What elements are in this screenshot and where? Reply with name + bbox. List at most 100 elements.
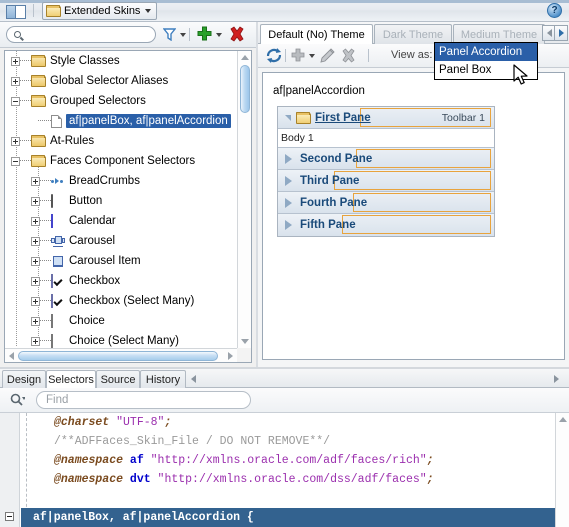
tab-label: Selectors: [48, 373, 94, 386]
accordion-title: Fourth Pane: [300, 196, 368, 209]
selector-search-toolbar: [0, 22, 256, 48]
filter-dropdown-caret-icon[interactable]: [180, 33, 186, 37]
theme-preview-pane: Default (No) Theme Dark Theme Medium The…: [258, 22, 569, 367]
code-fold-collapse-icon[interactable]: [5, 512, 14, 521]
expander-plus-icon[interactable]: [31, 336, 40, 346]
scroll-right-arrow-icon[interactable]: [228, 352, 233, 360]
expander-minus-icon[interactable]: [11, 156, 20, 166]
expander-plus-icon[interactable]: [31, 176, 40, 186]
extended-skins-label: Extended Skins: [64, 5, 141, 17]
accordion-toolbar-slot[interactable]: [356, 149, 491, 168]
tree-item-at-rules[interactable]: At-Rules: [5, 131, 237, 151]
expander-plus-icon[interactable]: [31, 256, 40, 266]
expander-plus-icon[interactable]: [31, 316, 40, 326]
disclosure-closed-icon[interactable]: [285, 197, 292, 208]
tree-item-checkbox-select-many[interactable]: Checkbox (Select Many): [5, 291, 237, 311]
dropdown-option-label: Panel Box: [439, 64, 492, 76]
tree-item-global-selector-aliases[interactable]: Global Selector Aliases: [5, 71, 237, 91]
folder-closed-icon: [31, 135, 46, 147]
css-source-editor[interactable]: @charset "UTF-8"; /**ADFFaces_Skin_File …: [0, 413, 569, 527]
search-input[interactable]: [29, 27, 151, 44]
delete-icon[interactable]: [341, 48, 356, 63]
tree-horizontal-scrollbar[interactable]: [5, 348, 237, 362]
accordion-toolbar-slot[interactable]: Toolbar 1: [360, 108, 491, 127]
tree-item-label: BreadCrumbs: [69, 175, 140, 187]
add-dropdown-caret-icon[interactable]: [309, 54, 315, 58]
tree-hscroll-thumb[interactable]: [18, 351, 218, 361]
expander-plus-icon[interactable]: [31, 196, 40, 206]
editor-vertical-scrollbar[interactable]: [555, 413, 569, 527]
tree-item-carousel[interactable]: Carousel: [5, 231, 237, 251]
tree-item-choice-select-many[interactable]: Choice (Select Many): [5, 331, 237, 348]
accordion-header-second-pane[interactable]: Second Pane: [278, 148, 494, 170]
tree-item-choice[interactable]: Choice: [5, 311, 237, 331]
search-input-wrapper[interactable]: [6, 26, 156, 44]
tree-item-af-panelbox-panelaccordion[interactable]: af|panelBox, af|panelAccordion: [5, 111, 237, 131]
disclosure-open-icon[interactable]: [285, 114, 291, 121]
tree-vertical-scrollbar[interactable]: [237, 51, 251, 348]
edit-icon[interactable]: [320, 48, 335, 63]
add-icon[interactable]: [291, 48, 305, 62]
tree-item-breadcrumbs[interactable]: BreadCrumbs: [5, 171, 237, 191]
tree-item-style-classes[interactable]: Style Classes: [5, 51, 237, 71]
expander-plus-icon[interactable]: [31, 276, 40, 286]
tab-source[interactable]: Source: [96, 370, 140, 388]
selector-tree[interactable]: Style Classes Global Selector Aliases Gr…: [4, 50, 252, 363]
tree-item-checkbox[interactable]: Checkbox: [5, 271, 237, 291]
tab-scroll-right-icon[interactable]: [554, 375, 559, 383]
code-line-selector-highlighted[interactable]: af|panelBox, af|panelAccordion {: [21, 508, 555, 527]
expander-plus-icon[interactable]: [31, 236, 40, 246]
refresh-icon[interactable]: [265, 47, 283, 64]
accordion-header-fifth-pane[interactable]: Fifth Pane: [278, 214, 494, 236]
add-icon[interactable]: [197, 26, 212, 41]
accordion-toolbar-label: Toolbar 1: [441, 111, 485, 124]
tree-item-faces-component-selectors[interactable]: Faces Component Selectors: [5, 151, 237, 171]
accordion-header-third-pane[interactable]: Third Pane: [278, 170, 494, 192]
tree-item-button[interactable]: Button: [5, 191, 237, 211]
add-dropdown-caret-icon[interactable]: [216, 33, 222, 37]
code-punct: ;: [426, 454, 434, 467]
split-panel-toggle-button[interactable]: [6, 5, 26, 19]
folder-open-icon: [31, 155, 46, 167]
tree-item-calendar[interactable]: Calendar: [5, 211, 237, 231]
extended-skins-button[interactable]: Extended Skins: [42, 2, 158, 20]
chevron-left-icon: [546, 29, 552, 37]
accordion-toolbar-slot[interactable]: [353, 193, 491, 212]
scroll-up-arrow-icon[interactable]: [241, 55, 249, 60]
disclosure-closed-icon[interactable]: [285, 220, 292, 230]
tree-connector: [40, 320, 51, 322]
search-icon[interactable]: [10, 393, 26, 406]
scroll-down-arrow-icon[interactable]: [241, 339, 249, 344]
dropdown-option-panel-accordion[interactable]: Panel Accordion: [435, 43, 537, 61]
accordion-header-first-pane[interactable]: First Pane Toolbar 1: [278, 107, 494, 129]
tab-scroll-right-button[interactable]: [554, 25, 568, 41]
expander-plus-icon[interactable]: [31, 216, 40, 226]
disclosure-closed-icon[interactable]: [285, 175, 292, 186]
tree-item-carousel-item[interactable]: Carousel Item: [5, 251, 237, 271]
tab-design[interactable]: Design: [2, 370, 46, 388]
tab-default-no-theme[interactable]: Default (No) Theme: [260, 24, 373, 44]
delete-icon[interactable]: [229, 26, 245, 42]
accordion-toolbar-slot[interactable]: [342, 215, 491, 234]
disclosure-closed-icon[interactable]: [285, 153, 292, 164]
expander-plus-icon[interactable]: [11, 76, 20, 86]
selector-name-label: af|panelAccordion: [273, 85, 365, 97]
tree-item-grouped-selectors[interactable]: Grouped Selectors: [5, 91, 237, 111]
scroll-up-arrow-icon[interactable]: [559, 417, 567, 422]
help-icon[interactable]: ?: [547, 3, 562, 18]
tab-selectors[interactable]: Selectors: [46, 370, 96, 388]
expander-plus-icon[interactable]: [11, 56, 20, 66]
tab-dark-theme[interactable]: Dark Theme: [374, 24, 452, 44]
tab-medium-theme[interactable]: Medium Theme: [453, 24, 545, 44]
filter-icon[interactable]: [163, 28, 176, 41]
expander-plus-icon[interactable]: [11, 136, 20, 146]
tab-history[interactable]: History: [140, 370, 186, 388]
tab-scroll-left-icon[interactable]: [191, 375, 196, 383]
tree-scroll-thumb[interactable]: [240, 65, 250, 113]
accordion-header-fourth-pane[interactable]: Fourth Pane: [278, 192, 494, 214]
folder-open-icon: [46, 5, 61, 17]
find-input-wrapper[interactable]: Find: [36, 391, 251, 409]
scroll-left-arrow-icon[interactable]: [9, 352, 14, 360]
expander-plus-icon[interactable]: [31, 296, 40, 306]
expander-minus-icon[interactable]: [11, 96, 20, 106]
